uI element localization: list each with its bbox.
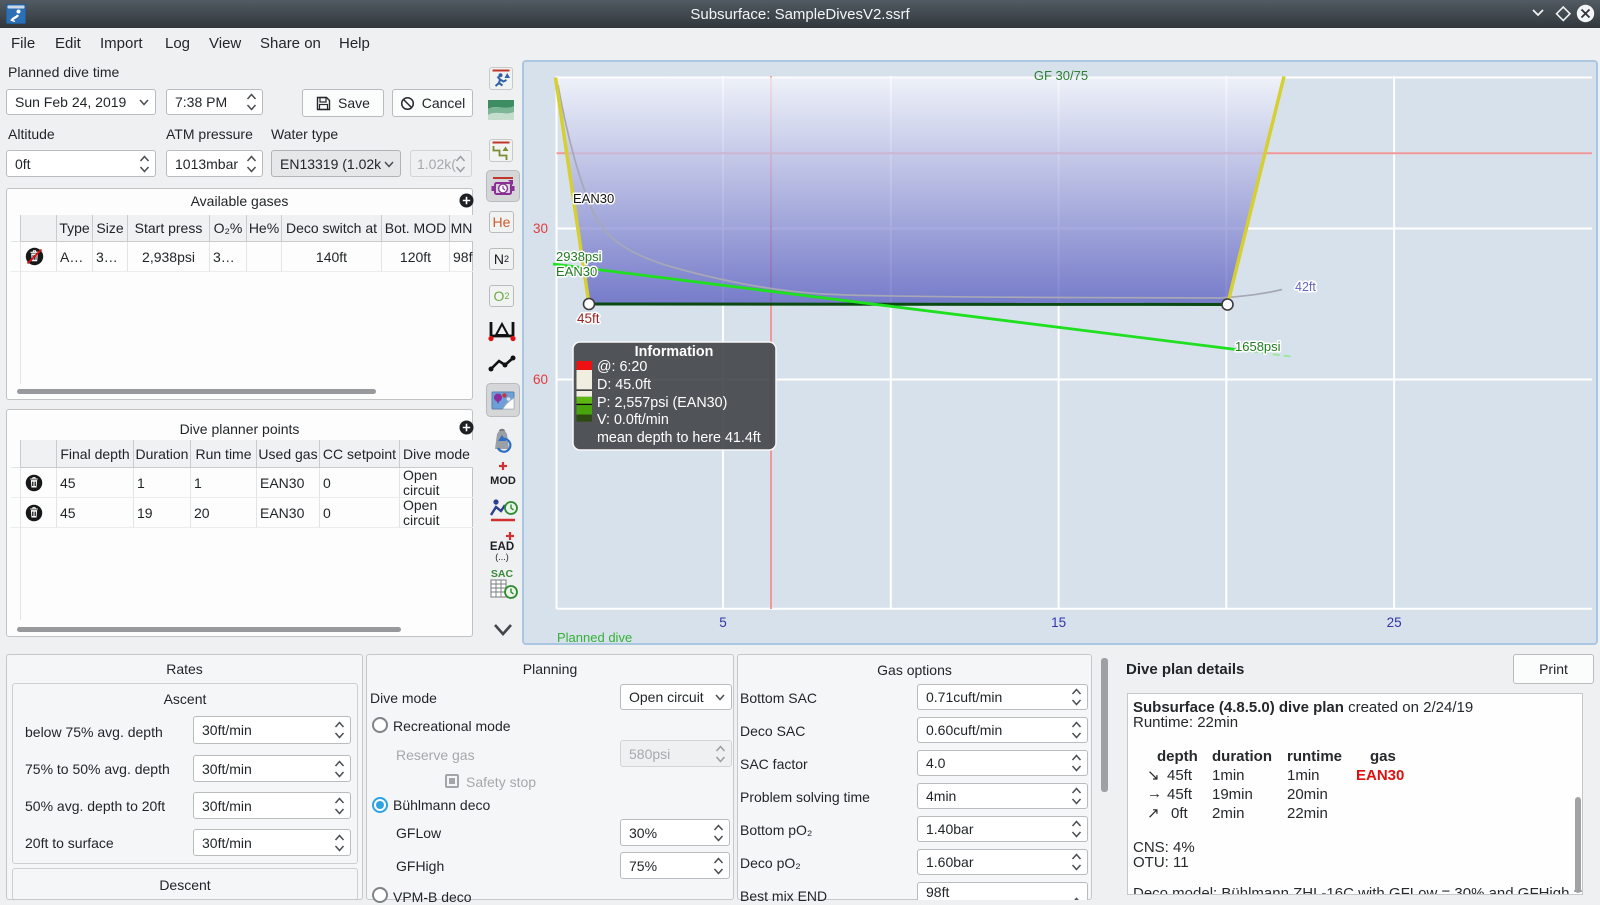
svg-text:MOD: MOD bbox=[490, 475, 516, 487]
svg-text:30: 30 bbox=[533, 221, 548, 236]
svg-text:V: 0.0ft/min: V: 0.0ft/min bbox=[597, 412, 669, 428]
svg-text:Information: Information bbox=[635, 344, 714, 360]
svg-text:SAC: SAC bbox=[491, 568, 514, 580]
svg-text:EAN30: EAN30 bbox=[556, 264, 597, 279]
svg-text:GF 30/75: GF 30/75 bbox=[1034, 68, 1088, 83]
svg-text:42ft: 42ft bbox=[1295, 280, 1316, 294]
svg-text:15: 15 bbox=[1051, 615, 1066, 630]
svg-text:mean depth to here 41.4ft: mean depth to here 41.4ft bbox=[597, 430, 761, 446]
svg-text:45ft: 45ft bbox=[577, 311, 600, 326]
svg-text:@: 6:20: @: 6:20 bbox=[597, 359, 647, 375]
svg-text:EAN30: EAN30 bbox=[573, 191, 614, 206]
svg-text:25: 25 bbox=[1387, 615, 1402, 630]
svg-text:Planned dive: Planned dive bbox=[557, 630, 632, 645]
svg-text:5: 5 bbox=[719, 615, 727, 630]
svg-text:1658psi: 1658psi bbox=[1235, 339, 1281, 354]
svg-text:2938psi: 2938psi bbox=[556, 249, 602, 264]
svg-text:P: 2,557psi (EAN30): P: 2,557psi (EAN30) bbox=[597, 395, 727, 411]
svg-text:60: 60 bbox=[533, 372, 548, 387]
svg-text:D: 45.0ft: D: 45.0ft bbox=[597, 377, 651, 393]
svg-text:(...): (...) bbox=[495, 552, 509, 562]
